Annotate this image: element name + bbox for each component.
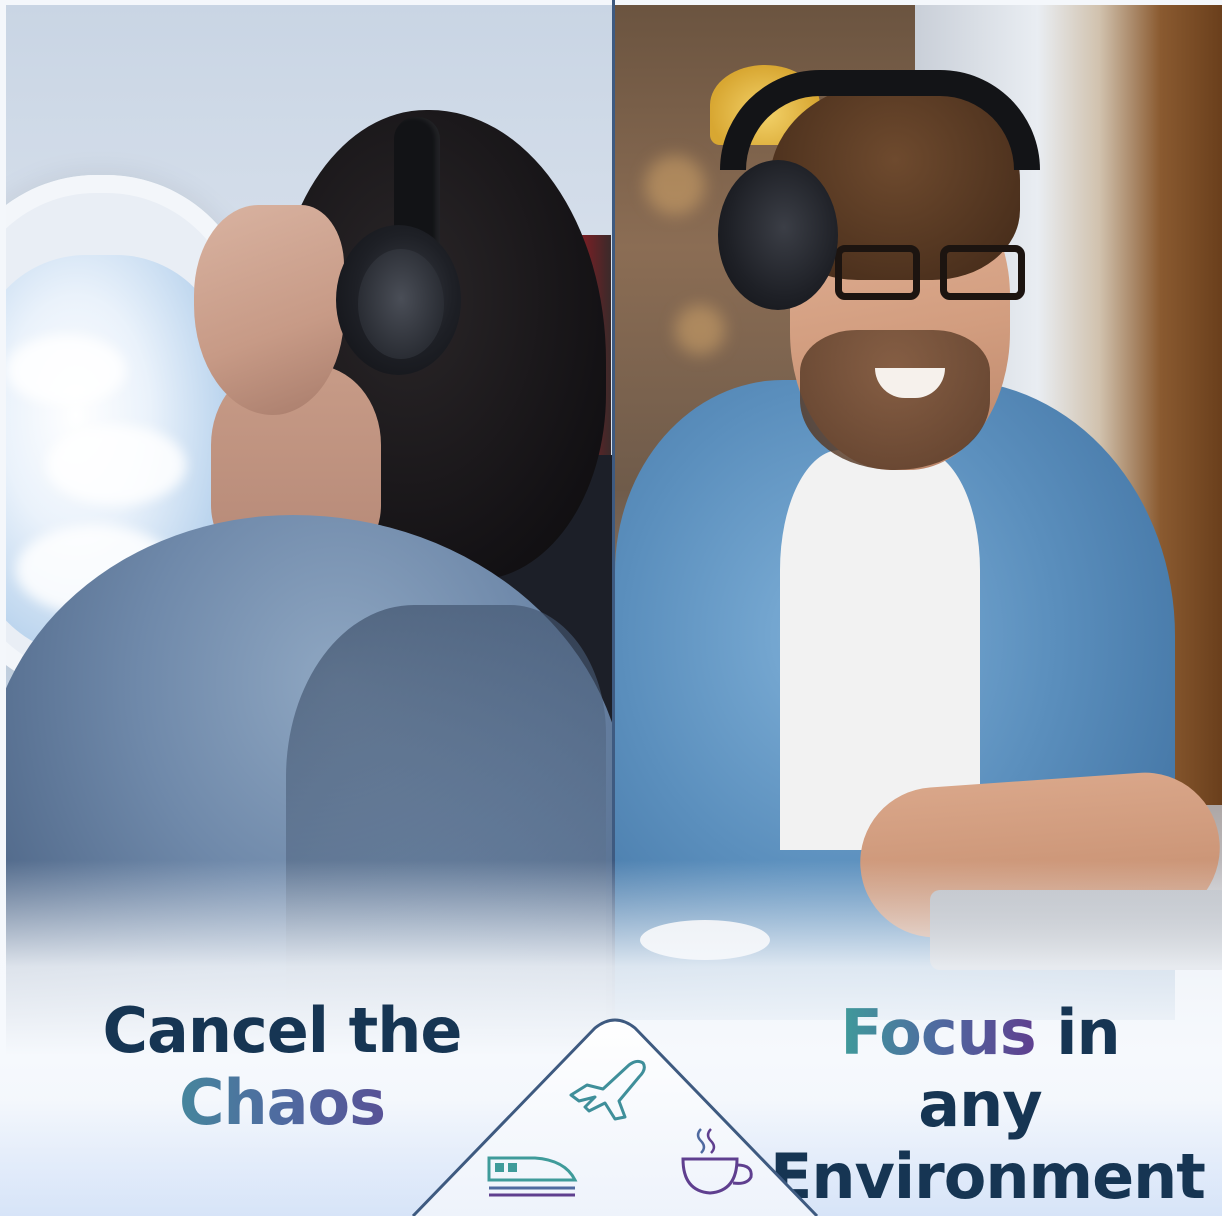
- train-icon: [487, 1156, 578, 1197]
- man-glasses: [835, 245, 1035, 305]
- man-beard: [800, 330, 990, 470]
- headphones-headband-right: [720, 70, 1040, 170]
- headphones-earcup-right: [718, 160, 838, 310]
- right-caption: Focus in any Environment: [770, 997, 1206, 1213]
- right-caption-line2: Environment: [770, 1140, 1206, 1213]
- airplane-icon: [569, 1059, 646, 1121]
- coffee-cup-icon: [681, 1128, 753, 1195]
- right-caption-line1: Focus in any: [770, 997, 1190, 1141]
- right-caption-accent: Focus: [840, 996, 1036, 1069]
- product-banner: Cancel the Chaos Focus in any Environmen…: [0, 0, 1222, 1216]
